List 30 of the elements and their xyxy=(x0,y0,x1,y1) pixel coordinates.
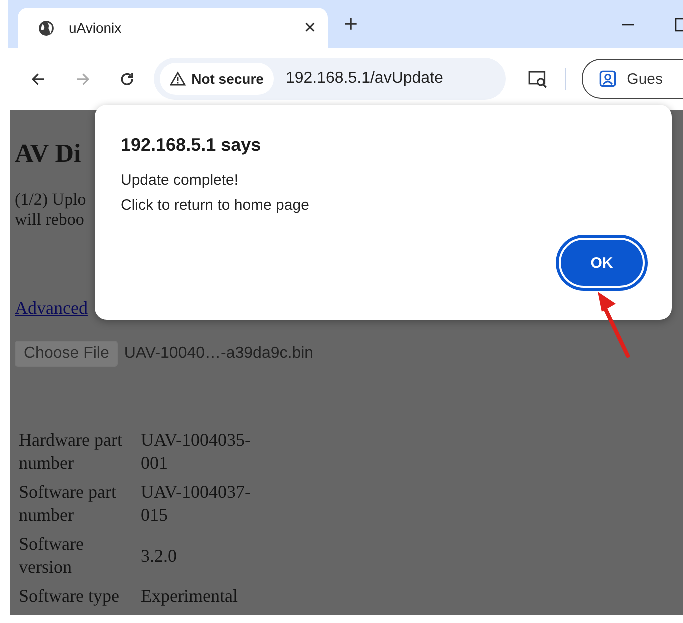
info-value: UAV-1004037-015 xyxy=(140,481,252,527)
dialog-message: Click to return to home page xyxy=(121,197,310,214)
profile-button[interactable]: Gues xyxy=(582,59,683,99)
intro-text: (1/2) Uplo xyxy=(15,190,86,210)
info-label: Software type xyxy=(18,585,120,608)
tab-title: uAvionix xyxy=(69,20,123,36)
warning-icon xyxy=(170,71,186,87)
new-tab-button[interactable]: + xyxy=(344,10,358,40)
info-label: Software part number xyxy=(18,481,118,527)
info-label: Hardware part number xyxy=(18,429,124,475)
file-name: UAV-10040…-a39da9c.bin xyxy=(124,345,314,363)
globe-icon xyxy=(38,20,55,36)
info-value: UAV-1004035-001 xyxy=(140,429,252,475)
reload-icon[interactable] xyxy=(119,70,136,88)
dialog-title: 192.168.5.1 says xyxy=(121,135,262,156)
browser-tab[interactable]: uAvionix × xyxy=(18,8,328,48)
info-value: 3.2.0 xyxy=(140,544,178,568)
address-bar[interactable]: Not secure 192.168.5.1/avUpdate xyxy=(154,58,506,100)
page-search-icon[interactable] xyxy=(528,69,548,89)
dialog-message: Update complete! xyxy=(121,172,240,189)
person-icon xyxy=(599,70,618,88)
ok-button[interactable]: OK xyxy=(559,238,645,288)
info-value: Experimental xyxy=(140,585,239,608)
intro-text: will reboo xyxy=(15,210,84,230)
page-heading: AV Di xyxy=(15,138,82,170)
info-label: Software version xyxy=(18,533,85,579)
close-tab-button[interactable]: × xyxy=(304,16,316,40)
security-label: Not secure xyxy=(192,71,264,87)
not-secure-chip[interactable]: Not secure xyxy=(160,63,274,95)
url-text: 192.168.5.1/avUpdate xyxy=(286,70,444,88)
